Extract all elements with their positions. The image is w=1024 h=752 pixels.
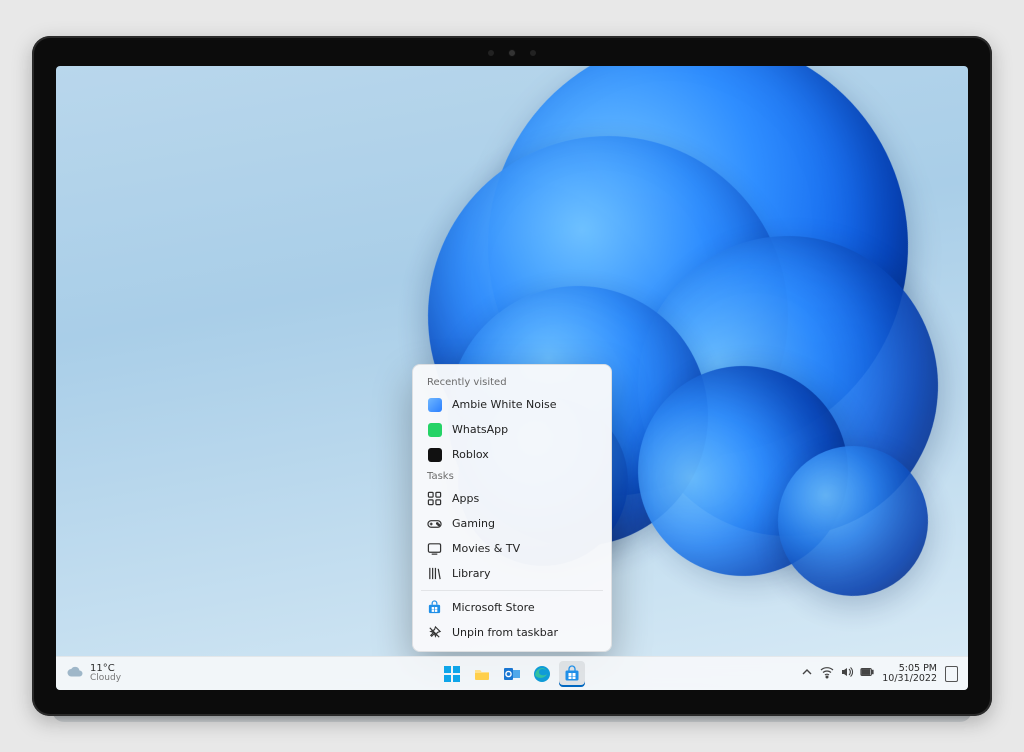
jumplist-item-label: Roblox: [452, 448, 489, 461]
weather-condition: Cloudy: [90, 674, 121, 683]
movies-tv-icon: [427, 541, 442, 556]
taskbar-center: [439, 661, 585, 687]
store-jumplist: Recently visited Ambie White Noise Whats…: [412, 364, 612, 652]
tray-overflow-icon[interactable]: [800, 665, 814, 682]
jumplist-item-store[interactable]: Microsoft Store: [413, 595, 611, 620]
volume-icon[interactable]: [840, 665, 854, 682]
device-frame: Recently visited Ambie White Noise Whats…: [32, 36, 992, 716]
jumplist-item-gaming[interactable]: Gaming: [413, 511, 611, 536]
roblox-icon: [427, 447, 442, 462]
jumplist-item-label: Apps: [452, 492, 479, 505]
unpin-icon: [427, 625, 442, 640]
wifi-icon[interactable]: [820, 665, 834, 682]
taskbar-clock[interactable]: 5:05 PM 10/31/2022: [882, 664, 937, 683]
start-button[interactable]: [439, 661, 465, 687]
clock-date: 10/31/2022: [882, 674, 937, 684]
file-explorer-button[interactable]: [469, 661, 495, 687]
microsoft-store-button[interactable]: [559, 661, 585, 687]
jumplist-item-movies-tv[interactable]: Movies & TV: [413, 536, 611, 561]
jumplist-header-recent: Recently visited: [413, 373, 611, 392]
jumplist-separator: [421, 590, 603, 591]
jumplist-item-apps[interactable]: Apps: [413, 486, 611, 511]
taskbar-weather[interactable]: 11°C Cloudy: [66, 663, 121, 684]
jumplist-item-label: WhatsApp: [452, 423, 508, 436]
jumplist-item-roblox[interactable]: Roblox: [413, 442, 611, 467]
jumplist-item-label: Gaming: [452, 517, 495, 530]
weather-cloudy-icon: [66, 663, 84, 684]
ambie-icon: [427, 397, 442, 412]
taskbar-right: 5:05 PM 10/31/2022: [800, 664, 958, 683]
device-camera: [482, 50, 542, 56]
store-icon: [427, 600, 442, 615]
whatsapp-icon: [427, 422, 442, 437]
taskbar: 11°C Cloudy: [56, 656, 968, 690]
jumplist-item-label: Unpin from taskbar: [452, 626, 558, 639]
jumplist-item-label: Movies & TV: [452, 542, 520, 555]
jumplist-item-ambie[interactable]: Ambie White Noise: [413, 392, 611, 417]
jumplist-item-label: Microsoft Store: [452, 601, 535, 614]
battery-icon[interactable]: [860, 665, 874, 682]
jumplist-item-library[interactable]: Library: [413, 561, 611, 586]
jumplist-header-tasks: Tasks: [413, 467, 611, 486]
desktop[interactable]: Recently visited Ambie White Noise Whats…: [56, 66, 968, 690]
library-icon: [427, 566, 442, 581]
jumplist-item-label: Ambie White Noise: [452, 398, 557, 411]
jumplist-item-unpin[interactable]: Unpin from taskbar: [413, 620, 611, 645]
apps-icon: [427, 491, 442, 506]
gaming-icon: [427, 516, 442, 531]
system-tray[interactable]: [800, 665, 874, 682]
notifications-button[interactable]: [945, 666, 958, 682]
jumplist-item-label: Library: [452, 567, 490, 580]
edge-button[interactable]: [529, 661, 555, 687]
jumplist-item-whatsapp[interactable]: WhatsApp: [413, 417, 611, 442]
outlook-button[interactable]: [499, 661, 525, 687]
